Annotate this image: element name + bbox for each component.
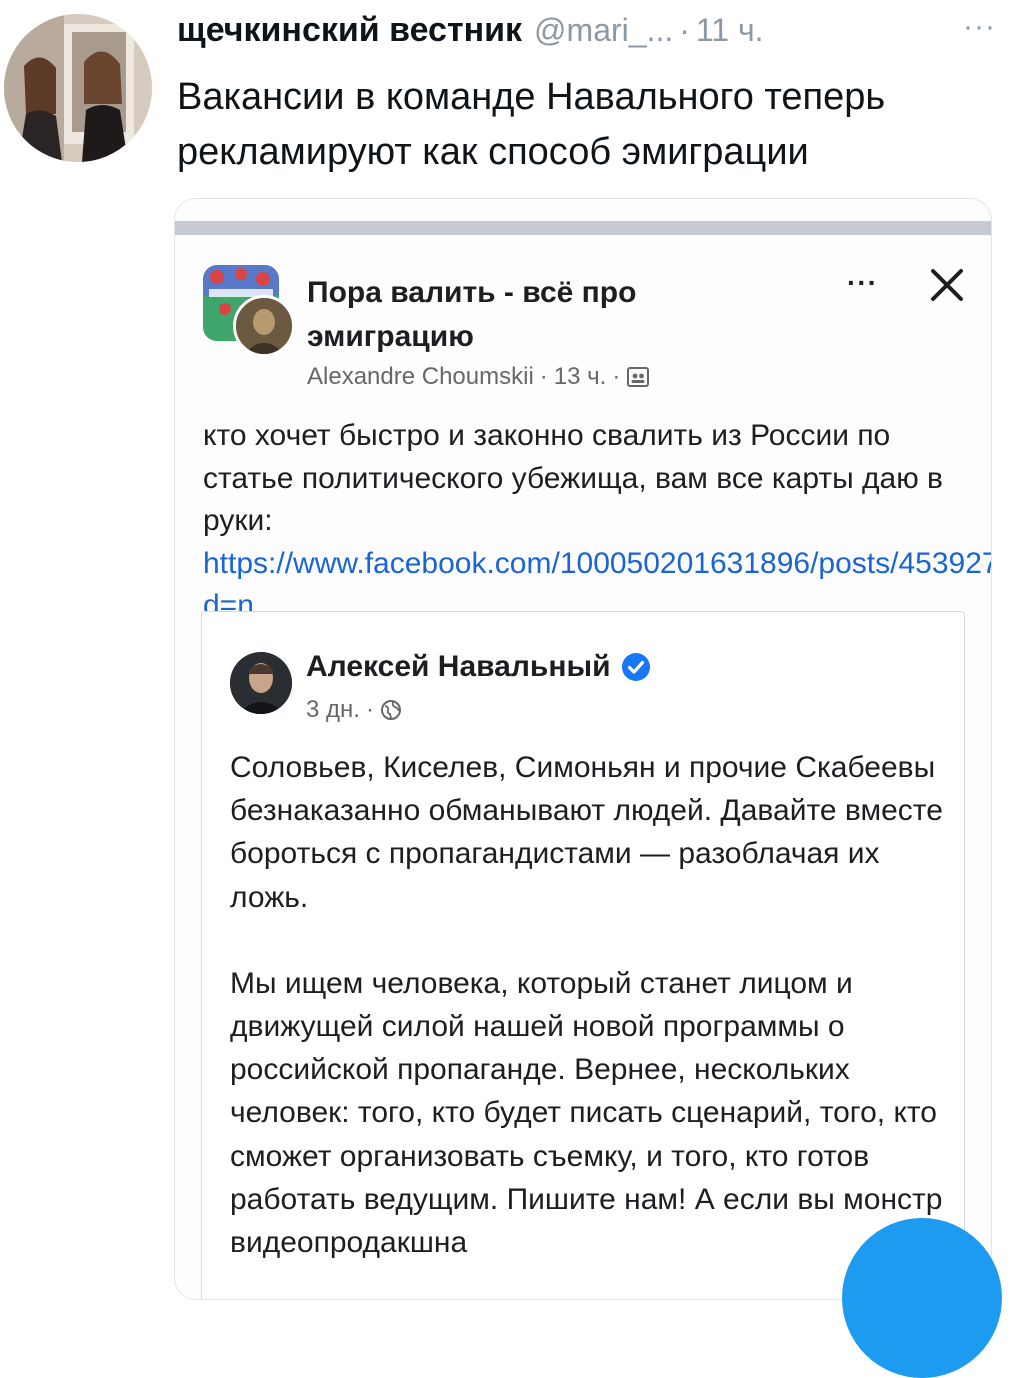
shared-post-time[interactable]: 3 дн. <box>306 696 360 724</box>
more-options-icon[interactable]: ··· <box>963 10 996 44</box>
shared-paragraph-1: Соловьев, Киселев, Симоньян и прочие Ска… <box>230 751 943 914</box>
person-icon <box>230 652 292 714</box>
tweet-timestamp[interactable]: 11 ч. <box>696 12 764 49</box>
group-members-icon <box>627 367 650 387</box>
compose-button[interactable] <box>842 1218 1002 1378</box>
person-icon <box>236 298 292 354</box>
post-time[interactable]: 13 ч. <box>554 363 607 391</box>
group-name[interactable]: Пора валить - всё про эмиграцию <box>307 271 727 359</box>
post-text: кто хочет быстро и законно свалить из Ро… <box>203 415 991 628</box>
meta-separator: · <box>365 696 374 723</box>
tweet-header: щечкинский вестник @mari_... · 11 ч. ··· <box>177 8 996 52</box>
tweet-media-image[interactable]: Пора валить - всё про эмиграцию Alexandr… <box>174 198 992 1300</box>
shared-author-name[interactable]: Алексей Навальный <box>306 650 651 684</box>
header-separator: · <box>679 11 690 48</box>
post-more-icon[interactable]: ··· <box>847 267 878 299</box>
globe-icon <box>380 700 401 720</box>
post-meta: Alexandre Choumskii · 13 ч. · <box>307 363 650 391</box>
post-text-body: кто хочет быстро и законно свалить из Ро… <box>203 419 943 538</box>
post-author[interactable]: Alexandre Choumskii <box>307 363 534 391</box>
screenshot-top-bar <box>175 221 991 235</box>
author-avatar[interactable] <box>4 14 152 162</box>
close-icon[interactable] <box>927 265 967 305</box>
verified-badge-icon <box>621 653 650 681</box>
shared-post[interactable]: Алексей Навальный 3 дн. · Соловьев, Кисе… <box>201 611 965 1299</box>
tweet-text: Вакансии в команде Навального теперь рек… <box>177 76 886 174</box>
meta-separator: · <box>612 363 621 390</box>
author-avatar-small <box>233 295 295 357</box>
author-handle[interactable]: @mari_... <box>534 12 673 49</box>
shared-post-meta: 3 дн. · <box>306 696 402 724</box>
author-name[interactable]: щечкинский вестник <box>177 11 522 50</box>
meta-separator: · <box>539 363 548 390</box>
shared-post-text: Соловьев, Киселев, Симоньян и прочие Ска… <box>230 746 950 1264</box>
shared-author-name-text: Алексей Навальный <box>306 650 611 683</box>
shared-paragraph-2: Мы ищем человека, который станет лицом и… <box>230 966 943 1259</box>
shared-author-avatar <box>230 652 292 714</box>
avatar-photo-icon <box>4 14 152 162</box>
